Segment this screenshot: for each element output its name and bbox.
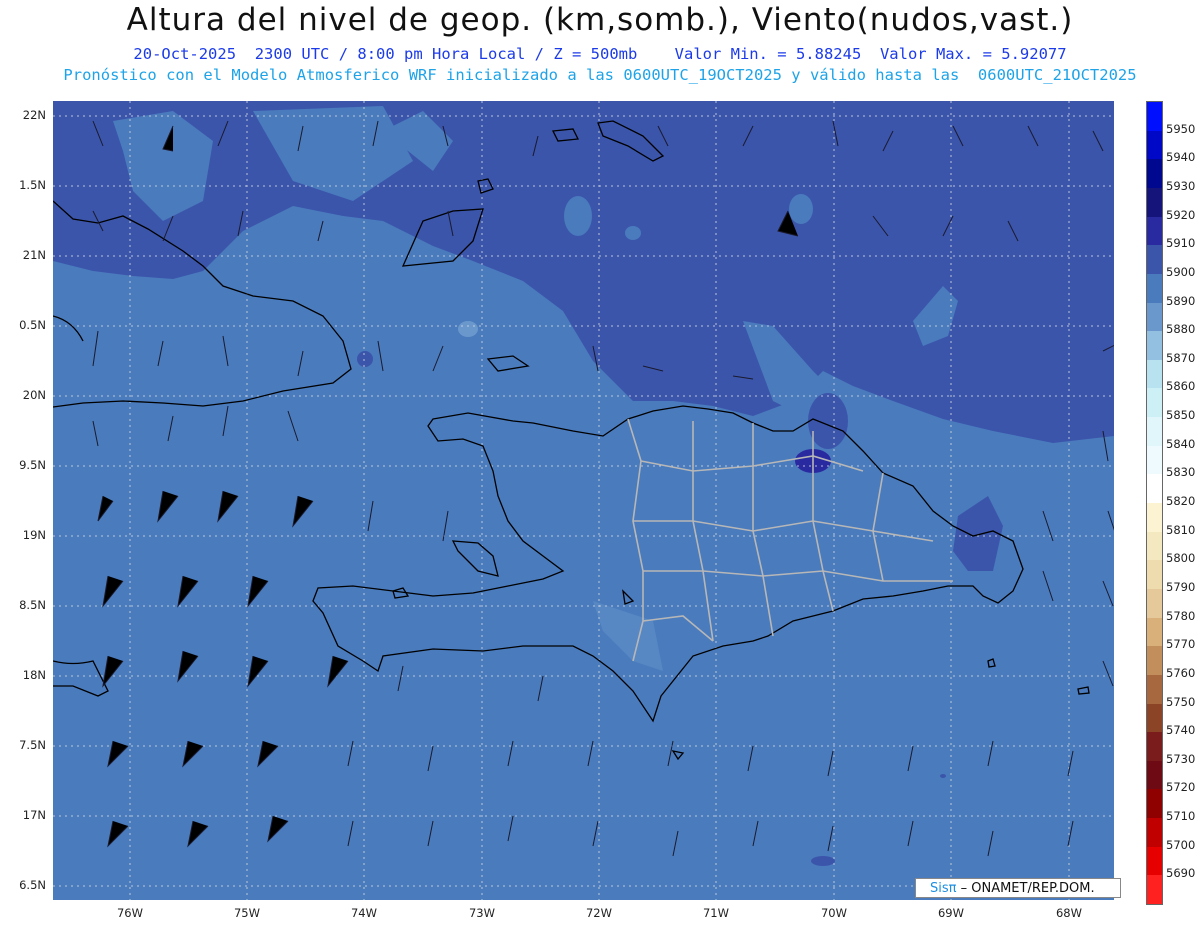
- colorbar-label: 5870: [1166, 350, 1196, 365]
- colorbar-swatch: [1147, 445, 1162, 475]
- lon-label-0: 76W: [116, 906, 143, 920]
- lat-label-2: 21N: [22, 248, 46, 262]
- colorbar: [1146, 101, 1163, 905]
- colorbar-swatch: [1147, 102, 1162, 132]
- colorbar-label: 5880: [1166, 322, 1196, 337]
- lat-label-11: 6.5N: [19, 878, 46, 892]
- colorbar-label: 5900: [1166, 264, 1196, 279]
- colorbar-swatch: [1147, 703, 1162, 733]
- colorbar-swatch: [1147, 531, 1162, 561]
- lon-label-2: 74W: [350, 906, 377, 920]
- lat-label-5: 9.5N: [19, 458, 46, 472]
- colorbar-swatch: [1147, 388, 1162, 418]
- colorbar-swatch: [1147, 417, 1162, 447]
- colorbar-label: 5830: [1166, 465, 1196, 480]
- colorbar-label: 5750: [1166, 694, 1196, 709]
- colorbar-label: 5730: [1166, 751, 1196, 766]
- lat-label-6: 19N: [22, 528, 46, 542]
- colorbar-label: 5690: [1166, 866, 1196, 881]
- colorbar-swatch: [1147, 273, 1162, 303]
- colorbar-swatch: [1147, 331, 1162, 361]
- lat-label-7: 8.5N: [19, 598, 46, 612]
- map-layer: [53, 101, 1114, 900]
- colorbar-label: 5890: [1166, 293, 1196, 308]
- colorbar-swatch: [1147, 359, 1162, 389]
- lat-label-9: 7.5N: [19, 738, 46, 752]
- colorbar-swatch: [1147, 159, 1162, 189]
- lat-label-0: 22N: [22, 108, 46, 122]
- colorbar-label: 5920: [1166, 207, 1196, 222]
- valid-time-line: 20-Oct-2025 2300 UTC / 8:00 pm Hora Loca…: [133, 45, 1067, 63]
- colorbar-label: 5930: [1166, 178, 1196, 193]
- colorbar-label: 5740: [1166, 723, 1196, 738]
- colorbar-swatch: [1147, 588, 1162, 619]
- lat-label-3: 0.5N: [19, 318, 46, 332]
- lon-label-3: 73W: [468, 906, 495, 920]
- colorbar-label: 5760: [1166, 665, 1196, 680]
- lat-label-4: 20N: [22, 388, 46, 402]
- colorbar-swatch: [1147, 875, 1162, 905]
- map-title: Altura del nivel de geop. (km,somb.), Vi…: [126, 2, 1074, 38]
- colorbar-label: 5850: [1166, 408, 1196, 423]
- colorbar-swatch: [1147, 245, 1162, 275]
- colorbar-label: 5910: [1166, 236, 1196, 251]
- model-info-line: Pronóstico con el Modelo Atmosferico WRF…: [63, 66, 1137, 84]
- credit-box: Sisπ – ONAMET/REP.DOM.: [915, 878, 1121, 898]
- lon-label-1: 75W: [233, 906, 260, 920]
- colorbar-swatch: [1147, 187, 1162, 218]
- colorbar-label: 5810: [1166, 522, 1196, 537]
- colorbar-label: 5860: [1166, 379, 1196, 394]
- colorbar-swatch: [1147, 474, 1162, 504]
- colorbar-swatch: [1147, 617, 1162, 647]
- colorbar-swatch: [1147, 503, 1162, 533]
- colorbar-label: 5770: [1166, 637, 1196, 652]
- lon-label-8: 68W: [1055, 906, 1082, 920]
- colorbar-swatch: [1147, 646, 1162, 676]
- colorbar-swatch: [1147, 846, 1162, 876]
- colorbar-swatch: [1147, 302, 1162, 332]
- colorbar-label: 5950: [1166, 121, 1196, 136]
- colorbar-swatch: [1147, 760, 1162, 790]
- colorbar-label: 5720: [1166, 780, 1196, 795]
- colorbar-label: 5710: [1166, 809, 1196, 824]
- lon-label-5: 71W: [702, 906, 729, 920]
- colorbar-label: 5820: [1166, 494, 1196, 508]
- colorbar-label: 5840: [1166, 436, 1196, 451]
- lat-label-8: 18N: [22, 668, 46, 682]
- colorbar-swatch: [1147, 674, 1162, 704]
- lat-label-1: 1.5N: [19, 178, 46, 192]
- colorbar-label: 5700: [1166, 837, 1196, 852]
- lon-label-4: 72W: [585, 906, 612, 920]
- colorbar-label: 5780: [1166, 608, 1196, 623]
- colorbar-label: 5790: [1166, 579, 1196, 594]
- lat-label-10: 17N: [22, 808, 46, 822]
- colorbar-swatch: [1147, 130, 1162, 160]
- sis-logo-text: Sisπ: [930, 881, 957, 896]
- lon-label-7: 69W: [937, 906, 964, 920]
- colorbar-swatch: [1147, 789, 1162, 819]
- forecast-map: [53, 101, 1114, 900]
- colorbar-swatch: [1147, 216, 1162, 246]
- colorbar-swatch: [1147, 818, 1162, 848]
- colorbar-swatch: [1147, 560, 1162, 590]
- lon-label-6: 70W: [820, 906, 847, 920]
- colorbar-label: 5940: [1166, 150, 1196, 165]
- credit-org: – ONAMET/REP.DOM.: [956, 881, 1095, 896]
- colorbar-label: 5800: [1166, 551, 1196, 566]
- colorbar-swatch: [1147, 732, 1162, 762]
